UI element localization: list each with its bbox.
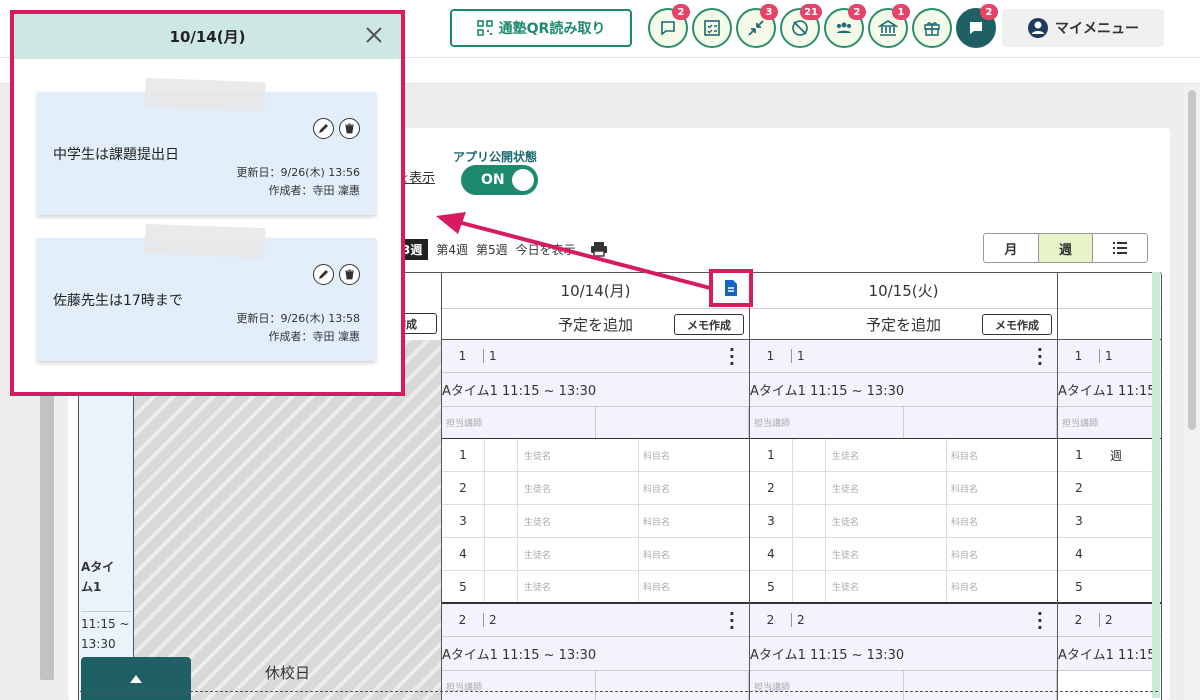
edit-button[interactable] [313,118,334,139]
memo-updated: 更新日：9/26(木) 13:56 [236,166,360,179]
memo-card: 佐藤先生は17時まで 更新日：9/26(木) 13:58 作成者：寺田 凜惠 [37,223,376,361]
memo-title: 中学生は課題提出日 [53,147,179,163]
pencil-icon [319,124,328,133]
memo-tape [144,223,266,259]
edit-button[interactable] [313,264,334,285]
memo-title: 佐藤先生は17時まで [53,293,183,309]
memo-author: 作成者：寺田 凜惠 [268,330,361,343]
memo-tape [144,77,266,113]
memo-popup: 10/14(月) 中学生は課題提出日 更新日：9/26(木) 13:56 作成者… [10,10,405,396]
memo-author: 作成者：寺田 凜惠 [268,184,361,197]
trash-icon [345,269,354,280]
pencil-icon [319,270,328,279]
memo-updated: 更新日：9/26(木) 13:58 [236,312,360,325]
popup-title: 10/14(月) [169,28,246,46]
memo-actions [313,118,360,139]
trash-icon [345,123,354,134]
close-icon[interactable] [363,24,385,46]
memo-card: 中学生は課題提出日 更新日：9/26(木) 13:56 作成者：寺田 凜惠 [37,77,376,215]
delete-button[interactable] [339,118,360,139]
memo-actions [313,264,360,285]
popup-header: 10/14(月) [14,14,401,59]
delete-button[interactable] [339,264,360,285]
